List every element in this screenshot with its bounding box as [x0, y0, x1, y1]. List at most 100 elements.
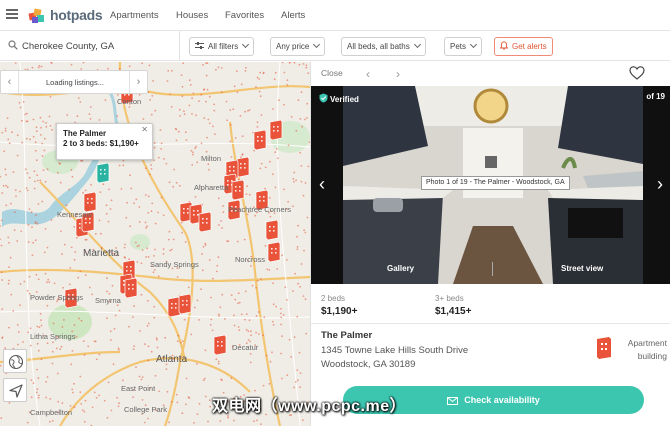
- listing-dot: [107, 381, 110, 384]
- listing-pin[interactable]: [253, 129, 267, 151]
- listing-dot: [259, 71, 261, 74]
- listing-pin[interactable]: [167, 296, 181, 318]
- listing-pin[interactable]: [83, 191, 97, 213]
- hotpads-logo[interactable]: [27, 5, 47, 25]
- listing-dot: [147, 322, 150, 325]
- listing-dot: [210, 296, 213, 299]
- listing-dot: [187, 396, 190, 399]
- nav-alerts[interactable]: Alerts: [281, 10, 305, 21]
- nav-houses[interactable]: Houses: [176, 10, 208, 21]
- nav-favorites[interactable]: Favorites: [225, 10, 264, 21]
- listing-dot: [198, 402, 201, 405]
- logo-text[interactable]: hotpads: [50, 7, 103, 23]
- listing-dot: [30, 211, 33, 214]
- photo-gallery[interactable]: Verified of 19 ‹ › Photo 1 of 19 - The P…: [311, 86, 670, 284]
- listing-dot: [167, 238, 170, 241]
- listing-dot: [170, 400, 173, 403]
- photo-prev-arrow[interactable]: ‹: [319, 174, 325, 195]
- listing-dot: [109, 330, 112, 333]
- listing-dot: [144, 194, 147, 196]
- listing-dot: [146, 325, 149, 327]
- next-page-button[interactable]: ›: [129, 71, 147, 93]
- listing-dot: [294, 272, 296, 275]
- listing-dot: [187, 286, 190, 289]
- listing-pin[interactable]: [269, 119, 283, 141]
- listing-dot: [42, 169, 45, 171]
- popup-listing-name: The Palmer: [63, 129, 107, 138]
- listing-dot: [238, 329, 241, 331]
- listing-dot: [240, 83, 243, 86]
- listing-dot: [63, 243, 66, 246]
- listing-dot: [249, 353, 252, 355]
- listing-dot: [0, 417, 3, 419]
- listing-popup[interactable]: The Palmer 2 to 3 beds: $1,190+ ✕: [56, 123, 153, 160]
- listing-dot: [110, 339, 112, 341]
- search-box[interactable]: [0, 31, 180, 61]
- listing-dot: [274, 151, 276, 153]
- listing-pin[interactable]: [213, 334, 227, 356]
- get-alerts-button[interactable]: Get alerts: [494, 37, 553, 56]
- listing-dot: [133, 202, 136, 205]
- listing-dot: [150, 350, 153, 353]
- listing-dot: [159, 129, 162, 131]
- listing-dot: [76, 115, 79, 118]
- all-filters-button[interactable]: All filters: [189, 37, 255, 56]
- photo-next-arrow[interactable]: ›: [657, 174, 663, 195]
- listing-dot: [286, 259, 288, 261]
- listing-pin[interactable]: [265, 219, 279, 241]
- close-icon[interactable]: ✕: [141, 125, 148, 134]
- street-view-tab[interactable]: Street view: [561, 264, 603, 273]
- listing-dot: [78, 317, 80, 320]
- listing-dot: [79, 270, 82, 273]
- prev-page-button[interactable]: ‹: [1, 71, 19, 93]
- listing-dot: [170, 106, 173, 108]
- listing-dot: [129, 174, 131, 177]
- city-label-norcross: Norcross: [235, 255, 266, 264]
- listing-dot: [81, 159, 84, 162]
- listing-dot: [140, 262, 143, 265]
- listing-dot: [240, 313, 243, 316]
- listing-dot: [163, 158, 166, 160]
- city-label-college-park: College Park: [124, 405, 167, 414]
- popup-listing-detail: 2 to 3 beds: $1,190+: [63, 139, 139, 148]
- listing-pin[interactable]: [198, 211, 212, 233]
- listing-dot: [298, 63, 301, 66]
- listing-dot: [306, 216, 309, 219]
- map-canvas[interactable]: [0, 62, 310, 426]
- locate-me-button[interactable]: [3, 378, 27, 402]
- selected-listing-pin[interactable]: [96, 162, 110, 184]
- listing-dot: [190, 149, 193, 152]
- listing-dot: [24, 113, 27, 116]
- listing-pin[interactable]: [267, 241, 281, 263]
- listing-dot: [281, 254, 283, 257]
- listing-dot: [299, 372, 302, 374]
- listing-dot: [237, 178, 240, 181]
- listing-dot: [72, 391, 74, 394]
- listing-dot: [147, 256, 150, 258]
- menu-icon[interactable]: [6, 9, 18, 19]
- listing-pin[interactable]: [178, 293, 192, 315]
- listing-dot: [250, 265, 252, 267]
- listing-pin[interactable]: [236, 156, 250, 178]
- listing-dot: [192, 92, 195, 95]
- listing-dot: [165, 162, 168, 165]
- nav-apartments[interactable]: Apartments: [110, 10, 159, 21]
- favorite-heart-icon[interactable]: [629, 65, 645, 81]
- map-layers-button[interactable]: [3, 349, 27, 373]
- beds-baths-filter-button[interactable]: All beds, all baths: [341, 37, 426, 56]
- price-filter-button[interactable]: Any price: [270, 37, 326, 56]
- close-button[interactable]: Close: [321, 68, 343, 78]
- search-input[interactable]: [22, 38, 172, 54]
- listing-dot: [70, 363, 73, 366]
- prev-listing-button[interactable]: ‹: [359, 65, 377, 83]
- listing-pin[interactable]: [124, 277, 138, 299]
- listing-dot: [154, 222, 157, 225]
- listing-dot: [191, 164, 194, 166]
- map[interactable]: Canton Milton Alpharetta Kennesaw Mariet…: [0, 62, 310, 426]
- listing-dot: [253, 149, 256, 152]
- next-listing-button[interactable]: ›: [389, 65, 407, 83]
- listing-dot: [213, 103, 216, 106]
- listing-pin[interactable]: [231, 179, 245, 201]
- pets-filter-button[interactable]: Pets: [444, 37, 483, 56]
- gallery-tab[interactable]: Gallery: [387, 264, 414, 273]
